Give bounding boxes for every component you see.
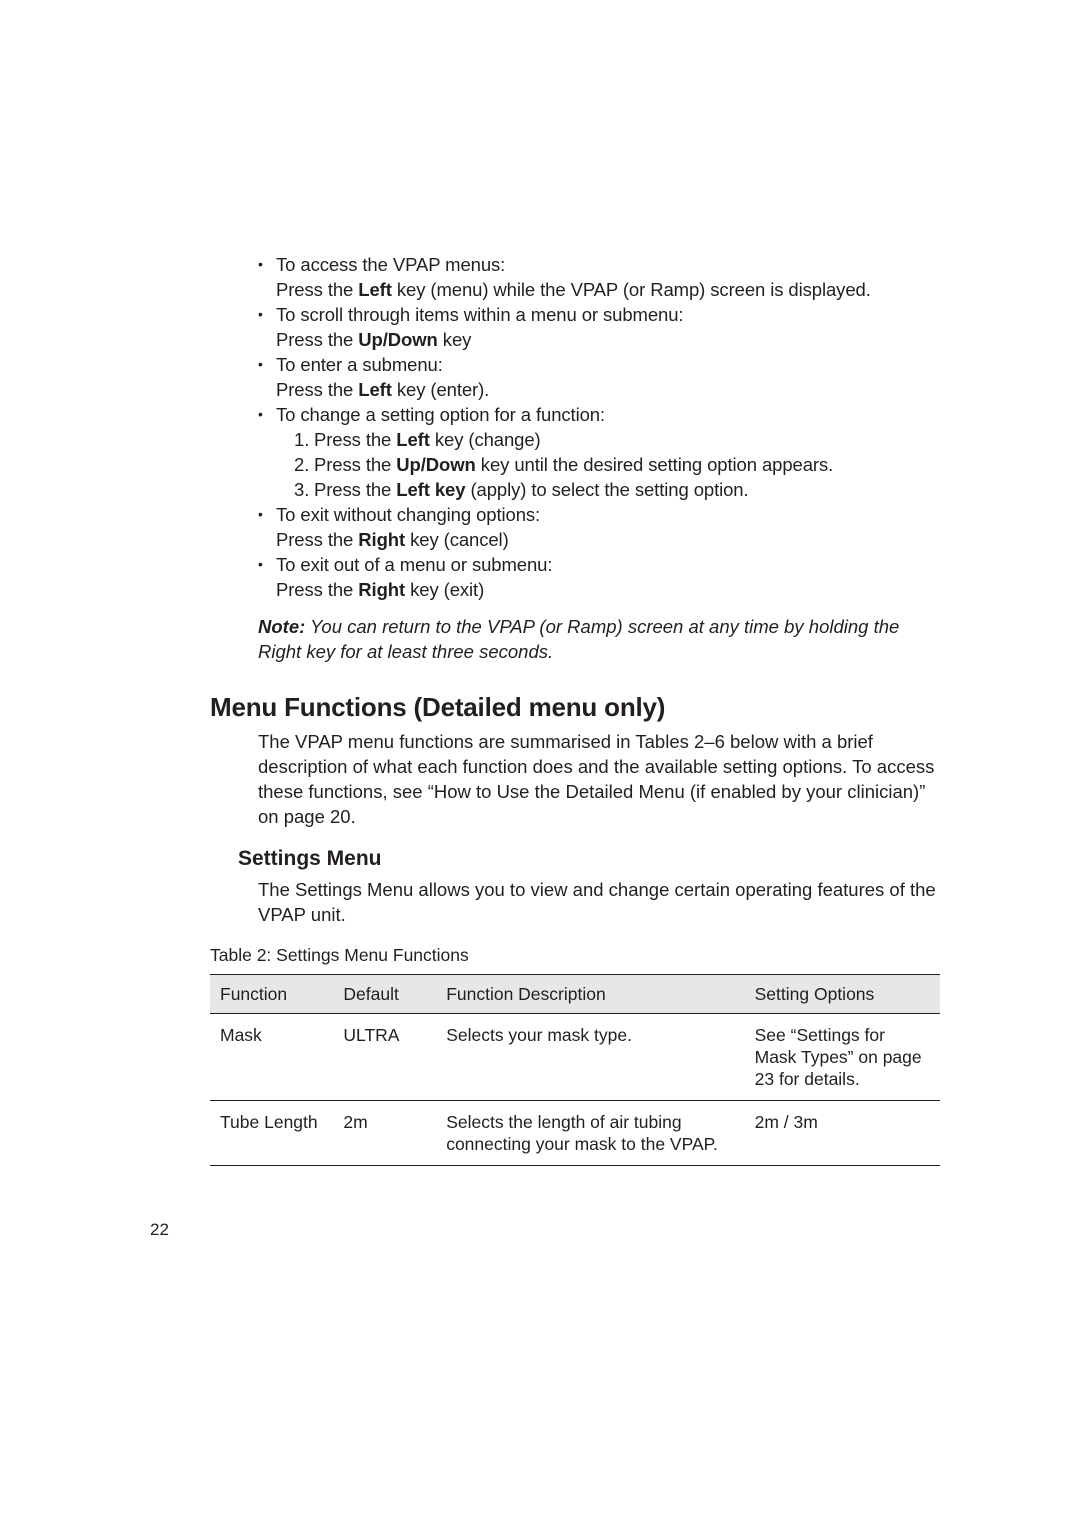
bullet-title: To enter a submenu: <box>276 354 443 375</box>
note-text: You can return to the VPAP (or Ramp) scr… <box>258 616 899 662</box>
bullet-line: Press the Left key (menu) while the VPAP… <box>276 277 940 302</box>
th-function: Function <box>210 975 333 1014</box>
subsection-body: The Settings Menu allows you to view and… <box>258 877 940 927</box>
bullet-line: Press the Right key (exit) <box>276 577 940 602</box>
step-2: Press the Up/Down key until the desired … <box>294 452 940 477</box>
instruction-list: To access the VPAP menus: Press the Left… <box>258 252 940 602</box>
bullet-line: Press the Up/Down key <box>276 327 940 352</box>
page-content: To access the VPAP menus: Press the Left… <box>210 252 940 1166</box>
note-paragraph: Note: You can return to the VPAP (or Ram… <box>258 614 940 664</box>
bullet-change: To change a setting option for a functio… <box>258 402 940 502</box>
bullet-enter: To enter a submenu: Press the Left key (… <box>258 352 940 402</box>
settings-table: Function Default Function Description Se… <box>210 974 940 1166</box>
th-description: Function Description <box>436 975 744 1014</box>
bullet-line: Press the Right key (cancel) <box>276 527 940 552</box>
subsection-heading: Settings Menu <box>238 847 940 871</box>
bullet-title: To access the VPAP menus: <box>276 254 505 275</box>
bullet-title: To exit out of a menu or submenu: <box>276 554 552 575</box>
note-label: Note: <box>258 616 305 637</box>
bullet-line: Press the Left key (enter). <box>276 377 940 402</box>
bullet-access: To access the VPAP menus: Press the Left… <box>258 252 940 302</box>
section-heading: Menu Functions (Detailed menu only) <box>210 692 940 723</box>
numbered-steps: Press the Left key (change) Press the Up… <box>276 427 940 502</box>
bullet-exit-no-change: To exit without changing options: Press … <box>258 502 940 552</box>
cell-options: See “Settings for Mask Types” on page 23… <box>745 1014 940 1101</box>
section-body: The VPAP menu functions are summarised i… <box>258 729 940 829</box>
page-number: 22 <box>150 1220 169 1240</box>
cell-default: 2m <box>333 1101 436 1166</box>
bullet-scroll: To scroll through items within a menu or… <box>258 302 940 352</box>
table-row: Tube Length 2m Selects the length of air… <box>210 1101 940 1166</box>
cell-function: Tube Length <box>210 1101 333 1166</box>
cell-options: 2m / 3m <box>745 1101 940 1166</box>
step-3: Press the Left key (apply) to select the… <box>294 477 940 502</box>
cell-description: Selects your mask type. <box>436 1014 744 1101</box>
bullet-exit-menu: To exit out of a menu or submenu: Press … <box>258 552 940 602</box>
bullet-title: To exit without changing options: <box>276 504 540 525</box>
th-default: Default <box>333 975 436 1014</box>
bullet-title: To scroll through items within a menu or… <box>276 304 683 325</box>
table-header-row: Function Default Function Description Se… <box>210 975 940 1014</box>
bullet-title: To change a setting option for a functio… <box>276 404 605 425</box>
step-1: Press the Left key (change) <box>294 427 940 452</box>
th-options: Setting Options <box>745 975 940 1014</box>
cell-description: Selects the length of air tubing connect… <box>436 1101 744 1166</box>
table-caption: Table 2: Settings Menu Functions <box>210 945 940 966</box>
table-row: Mask ULTRA Selects your mask type. See “… <box>210 1014 940 1101</box>
cell-function: Mask <box>210 1014 333 1101</box>
cell-default: ULTRA <box>333 1014 436 1101</box>
